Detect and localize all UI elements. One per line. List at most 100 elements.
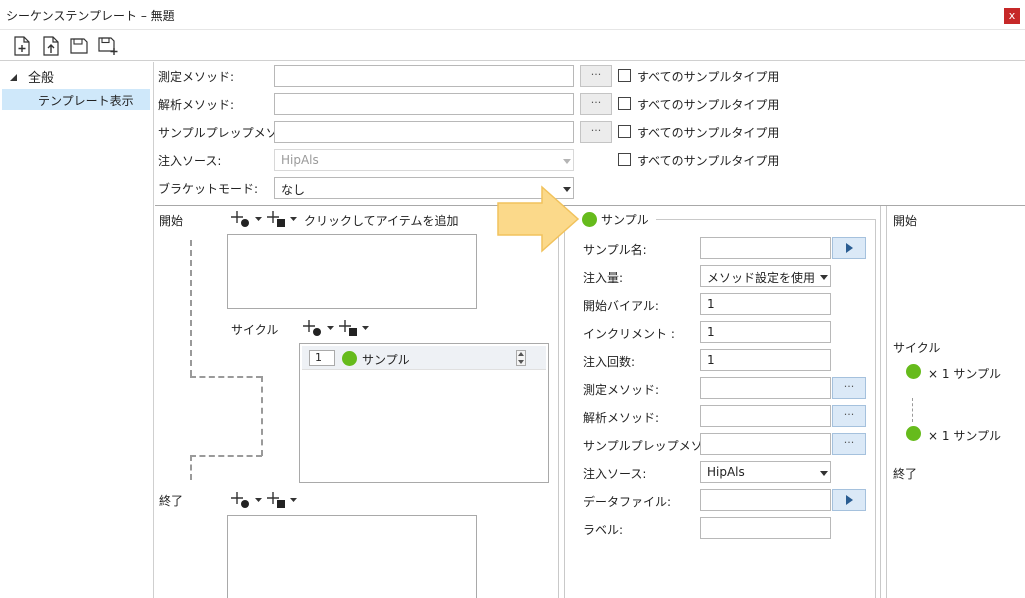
props-measure-browse-button[interactable]: ··· xyxy=(832,377,866,399)
save-icon[interactable] xyxy=(68,35,90,57)
sample-dot-icon xyxy=(342,351,357,366)
prep-all-types-checkbox[interactable] xyxy=(618,125,631,138)
label-label: ラベル: xyxy=(583,523,624,537)
sample-group-title: サンプル xyxy=(601,213,649,227)
measure-method-field[interactable] xyxy=(274,65,574,87)
loop-connector xyxy=(190,240,192,376)
start-vial-field[interactable]: 1 xyxy=(700,293,831,315)
measure-all-types-checkbox[interactable] xyxy=(618,69,631,82)
panel-divider-right2 xyxy=(886,206,887,598)
measure-method-browse-button[interactable]: ··· xyxy=(580,65,612,87)
preview-cycle-label: サイクル xyxy=(893,341,941,355)
callout-arrow-icon xyxy=(497,185,580,253)
injection-volume-label: 注入量: xyxy=(583,271,624,285)
cycle-item-index[interactable]: 1 xyxy=(309,350,335,366)
cycle-items-list[interactable]: 1 サンプル xyxy=(299,343,549,483)
add-block-icon[interactable] xyxy=(266,210,298,228)
title-bar: シーケンステンプレート – 無題 x xyxy=(0,0,1025,30)
cycle-item-row[interactable]: 1 サンプル xyxy=(302,346,546,370)
add-end-sample-icon[interactable] xyxy=(230,491,262,509)
preview-sample-dot-icon xyxy=(906,426,921,441)
chevron-down-icon xyxy=(563,159,571,164)
sample-name-label: サンプル名: xyxy=(583,243,647,257)
sample-group-dot-icon xyxy=(582,212,597,227)
injection-volume-value: メソッド設定を使用 xyxy=(707,271,816,285)
chevron-down-icon xyxy=(820,471,828,476)
analysis-method-field[interactable] xyxy=(274,93,574,115)
preview-item-1: × 1 サンプル xyxy=(928,367,1001,381)
add-cycle-sample-icon[interactable] xyxy=(302,319,334,337)
panel-divider-right xyxy=(880,206,881,598)
data-file-field[interactable] xyxy=(700,489,831,511)
injection-count-field[interactable]: 1 xyxy=(700,349,831,371)
start-section-label: 開始 xyxy=(159,214,184,228)
preview-connector xyxy=(912,398,913,422)
analysis-method-browse-button[interactable]: ··· xyxy=(580,93,612,115)
preview-end-label: 終了 xyxy=(893,467,918,481)
section-divider xyxy=(155,205,1025,206)
label-field[interactable] xyxy=(700,517,831,539)
prep-method-browse-button[interactable]: ··· xyxy=(580,121,612,143)
add-item-hint[interactable]: クリックしてアイテムを追加 xyxy=(304,212,458,229)
loop-connector-h2 xyxy=(190,455,262,457)
end-section-label: 終了 xyxy=(159,494,184,508)
injection-source-value: HipAls xyxy=(281,153,319,167)
open-file-icon[interactable] xyxy=(40,35,62,57)
new-file-icon[interactable] xyxy=(11,35,33,57)
prep-method-field[interactable] xyxy=(274,121,574,143)
props-analysis-method-field[interactable] xyxy=(700,405,831,427)
measure-all-types-label: すべてのサンプルタイプ用 xyxy=(637,70,780,84)
toolbar xyxy=(0,31,1025,61)
props-injection-source-select[interactable]: HipAls xyxy=(700,461,831,483)
close-button[interactable]: x xyxy=(1004,8,1020,24)
props-measure-method-field[interactable] xyxy=(700,377,831,399)
injection-count-label: 注入回数: xyxy=(583,355,636,369)
window-title: シーケンステンプレート – 無題 xyxy=(6,9,175,23)
add-cycle-block-icon[interactable] xyxy=(338,319,370,337)
start-vial-value: 1 xyxy=(707,297,715,311)
props-analysis-method-label: 解析メソッド: xyxy=(583,411,660,425)
increment-field[interactable]: 1 xyxy=(700,321,831,343)
injection-count-value: 1 xyxy=(707,353,715,367)
panel-divider-left2 xyxy=(564,206,565,598)
analysis-method-label: 解析メソッド: xyxy=(158,98,235,112)
loop-connector-h1 xyxy=(190,376,262,378)
measure-method-label: 測定メソッド: xyxy=(158,70,235,84)
props-analysis-browse-button[interactable]: ··· xyxy=(832,405,866,427)
save-as-icon[interactable] xyxy=(97,35,119,57)
tree-root-general[interactable]: 全般 xyxy=(28,67,54,86)
data-file-label: データファイル: xyxy=(583,495,672,509)
props-measure-method-label: 測定メソッド: xyxy=(583,383,660,397)
props-injection-source-label: 注入ソース: xyxy=(583,467,647,481)
loop-connector-v2 xyxy=(261,376,263,456)
bracket-mode-label: ブラケットモード: xyxy=(158,182,259,196)
group-title-rule xyxy=(656,219,876,220)
preview-item-2: × 1 サンプル xyxy=(928,429,1001,443)
analysis-all-types-checkbox[interactable] xyxy=(618,97,631,110)
chevron-down-icon xyxy=(820,275,828,280)
props-prep-method-field[interactable] xyxy=(700,433,831,455)
data-file-play-button[interactable] xyxy=(832,489,866,511)
end-items-list[interactable] xyxy=(227,515,477,598)
increment-label: インクリメント : xyxy=(583,327,675,341)
preview-sample-dot-icon xyxy=(906,364,921,379)
collapse-triangle-icon[interactable] xyxy=(9,73,18,82)
source-all-types-checkbox[interactable] xyxy=(618,153,631,166)
props-prep-browse-button[interactable]: ··· xyxy=(832,433,866,455)
start-items-list[interactable] xyxy=(227,234,477,309)
panel-divider-left xyxy=(558,206,559,598)
cycle-section-label: サイクル xyxy=(231,323,279,337)
injection-source-select[interactable]: HipAls xyxy=(274,149,574,171)
add-sample-icon[interactable] xyxy=(230,210,262,228)
sample-name-field[interactable] xyxy=(700,237,831,259)
sample-name-play-button[interactable] xyxy=(832,237,866,259)
tree-item-template-view[interactable]: テンプレート表示 xyxy=(2,89,150,110)
injection-volume-select[interactable]: メソッド設定を使用 xyxy=(700,265,831,287)
spinner-icon[interactable] xyxy=(516,350,526,366)
start-vial-label: 開始バイアル: xyxy=(583,299,659,313)
group-frame-right xyxy=(875,219,876,598)
add-end-block-icon[interactable] xyxy=(266,491,298,509)
cycle-item-name: サンプル xyxy=(362,353,410,367)
loop-connector-v3 xyxy=(190,455,192,480)
preview-start-label: 開始 xyxy=(893,214,918,228)
